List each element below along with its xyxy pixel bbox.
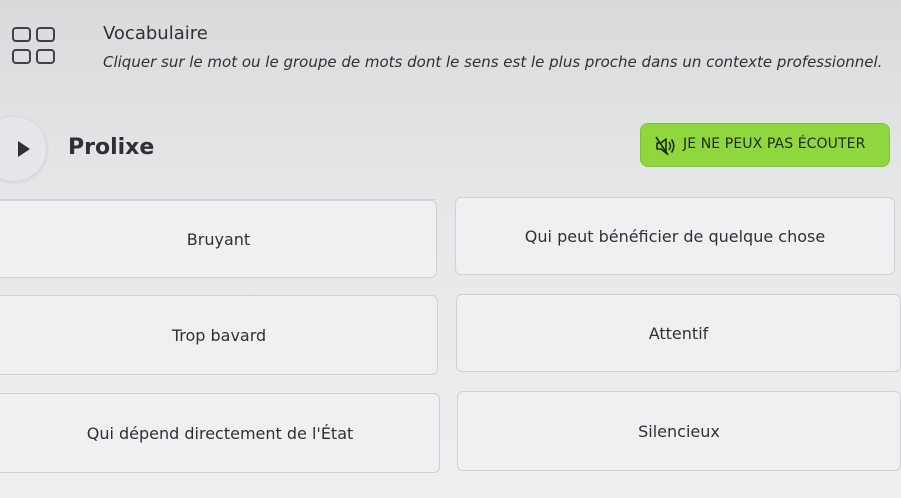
cannot-listen-label: JE NE PEUX PAS ÉCOUTER	[683, 136, 866, 152]
activity-header: Vocabulaire Cliquer sur le mot ou le gro…	[0, 0, 901, 100]
answer-option-label: Trop bavard	[171, 325, 267, 345]
answer-option-2[interactable]: Qui peut bénéficier de quelque chose	[455, 197, 895, 275]
answer-option-6[interactable]: Silencieux	[457, 391, 901, 471]
answer-option-1[interactable]: Bruyant	[0, 200, 437, 278]
answer-option-label: Silencieux	[638, 421, 720, 441]
instruction-text: Cliquer sur le mot ou le groupe de mots …	[103, 53, 883, 71]
question-word: Prolixe	[68, 135, 155, 160]
answer-option-3[interactable]: Trop bavard	[0, 295, 438, 375]
answer-option-label: Qui dépend directement de l'État	[86, 423, 354, 443]
grid-icon	[12, 27, 62, 69]
speaker-muted-icon	[655, 136, 675, 156]
answer-option-4[interactable]: Attentif	[456, 294, 901, 372]
answer-option-5[interactable]: Qui dépend directement de l'État	[0, 393, 440, 473]
play-icon	[18, 141, 30, 157]
activity-title: Vocabulaire	[103, 23, 208, 44]
answer-option-label: Bruyant	[186, 229, 251, 249]
answer-option-label: Qui peut bénéficier de quelque chose	[524, 226, 826, 246]
cannot-listen-button[interactable]: JE NE PEUX PAS ÉCOUTER	[640, 123, 890, 167]
answer-option-label: Attentif	[648, 323, 709, 343]
play-audio-button[interactable]	[0, 117, 46, 181]
